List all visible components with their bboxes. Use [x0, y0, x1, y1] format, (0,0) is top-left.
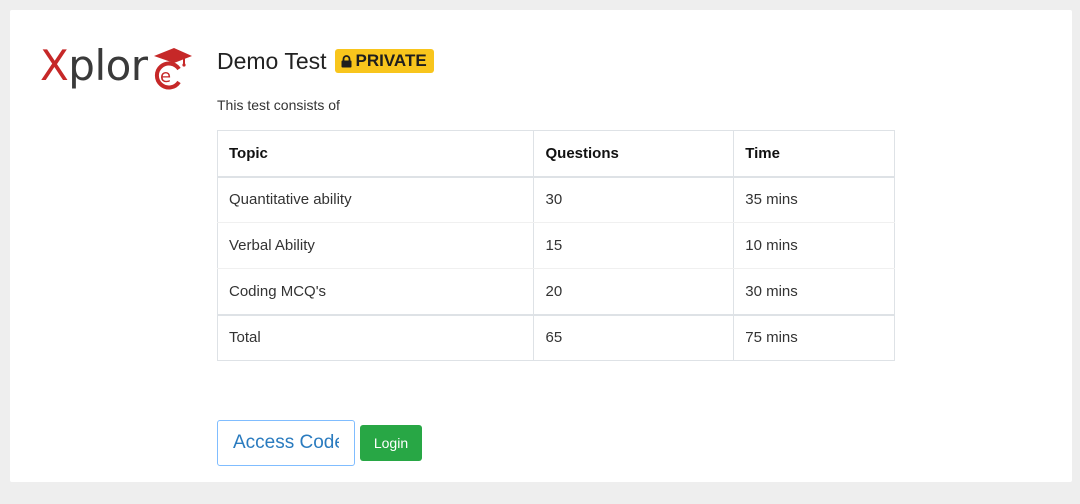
test-content: Demo Test PRIVATE This test consists of … — [216, 44, 907, 361]
logo-mark-letter: e — [160, 66, 171, 87]
logo-letter-x: X — [40, 41, 69, 90]
header-time: Time — [733, 130, 895, 178]
table-row: Quantitative ability 30 35 mins — [216, 176, 895, 223]
logo-wordmark: Xplor — [40, 42, 148, 90]
test-info-card: Xplor e Demo Test PRIVATE This test cons — [10, 10, 1072, 482]
lock-icon — [341, 54, 352, 68]
header-questions: Questions — [533, 130, 735, 178]
cell-time: 10 mins — [733, 222, 895, 269]
page-title: Demo Test — [217, 47, 327, 74]
access-code-input[interactable] — [217, 420, 355, 466]
test-description: This test consists of — [217, 97, 340, 113]
cell-topic: Coding MCQ's — [216, 268, 535, 315]
login-button[interactable]: Login — [360, 425, 422, 461]
cell-time: 30 mins — [733, 268, 895, 315]
topics-table: Topic Questions Time Quantitative abilit… — [216, 130, 895, 361]
table-header-row: Topic Questions Time — [216, 130, 895, 178]
login-actions: Login — [217, 420, 422, 466]
cell-questions: 30 — [533, 176, 735, 223]
title-row: Demo Test PRIVATE — [217, 44, 907, 78]
total-label: Total — [216, 313, 535, 361]
cell-time: 35 mins — [733, 176, 895, 223]
xplore-logo: Xplor e — [40, 42, 192, 98]
total-questions: 65 — [533, 313, 735, 361]
cell-questions: 15 — [533, 222, 735, 269]
cell-questions: 20 — [533, 268, 735, 315]
total-time: 75 mins — [733, 313, 895, 361]
cell-topic: Verbal Ability — [216, 222, 535, 269]
graduation-cap-icon: e — [154, 48, 192, 90]
logo-letters: plor — [68, 41, 148, 90]
table-row: Coding MCQ's 20 30 mins — [216, 268, 895, 315]
private-badge: PRIVATE — [334, 49, 434, 73]
total-row: Total 65 75 mins — [216, 313, 895, 361]
table-row: Verbal Ability 15 10 mins — [216, 222, 895, 269]
badge-label: PRIVATE — [355, 51, 427, 70]
header-topic: Topic — [216, 130, 535, 178]
cell-topic: Quantitative ability — [216, 176, 535, 223]
